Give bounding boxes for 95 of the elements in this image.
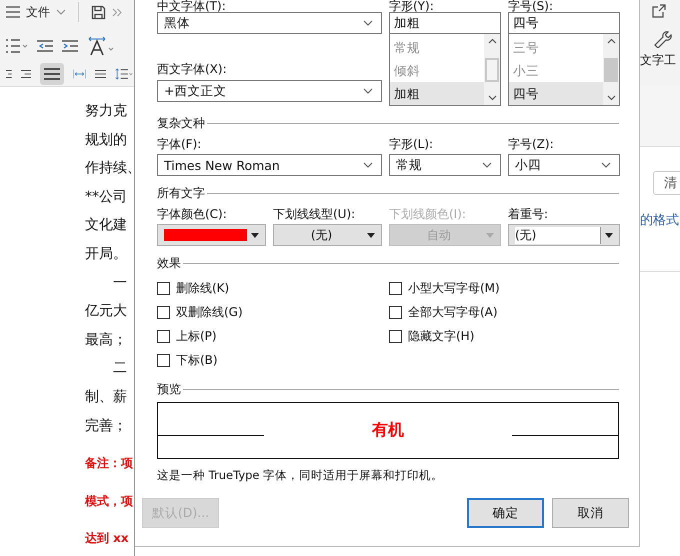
field-label: 下划线线型(U): — [273, 208, 356, 220]
indent-icon[interactable] — [62, 40, 78, 52]
document-text: 规划的 — [85, 130, 128, 150]
document-text: 开局。 — [85, 244, 128, 264]
chevron-icon — [601, 162, 611, 168]
font-size-icon[interactable] — [87, 36, 115, 56]
document-text: 完善； — [85, 416, 128, 436]
document-text: 最高； — [85, 330, 128, 350]
caret-icon[interactable] — [56, 9, 66, 15]
format-link[interactable]: 的格式 — [640, 211, 679, 229]
field-label: 字号(S): — [508, 0, 554, 12]
dropdown[interactable]: Times New Roman — [157, 154, 382, 176]
section-heading: 预览 — [157, 380, 181, 398]
dialog-button[interactable]: 确定 — [467, 498, 544, 528]
field-label: 字体颜色(C): — [157, 208, 228, 220]
document-text: 努力克 — [85, 102, 128, 121]
save-icon[interactable] — [91, 4, 106, 20]
list-box[interactable]: 三号 小三 四号 — [508, 34, 620, 106]
chevron-icon — [363, 162, 373, 168]
checkbox[interactable]: 小型大写字母(M) — [389, 276, 589, 300]
wrench-icon[interactable] — [652, 28, 672, 48]
triangle-icon — [486, 232, 494, 238]
document-text: 达到 xx — [85, 530, 130, 548]
document-text: 文化建 — [85, 216, 128, 236]
line-spacing-icon[interactable] — [115, 66, 134, 82]
chevron-icon — [482, 162, 492, 168]
preview-text: 有机 — [372, 420, 404, 441]
checkbox[interactable]: 双删除线(G) — [157, 300, 389, 324]
chevron-icon — [363, 88, 373, 94]
align-right-icon[interactable] — [20, 68, 31, 80]
align-right-icon[interactable] — [6, 68, 12, 80]
checkbox[interactable]: 隐藏文字(H) — [389, 324, 589, 348]
document-text: 作持续、 — [85, 159, 134, 178]
field-label: 中文字体(T): — [157, 0, 227, 12]
dropdown[interactable]: (无) — [508, 224, 620, 246]
input-field[interactable]: 四号 — [508, 12, 620, 34]
section-heading: 效果 — [157, 254, 181, 272]
section-heading: 所有文字 — [157, 184, 205, 202]
field-label: 字号(Z): — [508, 138, 555, 150]
list-item[interactable]: 三号 — [509, 36, 603, 59]
more-icon[interactable] — [112, 8, 122, 16]
document-text: 模式，项 — [85, 492, 134, 510]
distribute-icon[interactable] — [72, 68, 86, 80]
list-box[interactable]: 常规 倾斜 加粗 — [389, 34, 501, 106]
dropdown[interactable]: 小四 — [508, 154, 620, 176]
file-menu[interactable]: 文件 — [26, 4, 50, 20]
dropdown[interactable]: 黑体 — [157, 12, 382, 34]
input-field[interactable]: 加粗 — [389, 12, 501, 34]
paragraph-icon[interactable] — [94, 68, 106, 80]
triangle-icon — [605, 232, 613, 238]
outdent-icon[interactable] — [37, 40, 53, 52]
dropdown[interactable]: (无) — [273, 224, 382, 246]
field-label: 着重号: — [508, 208, 550, 220]
menu-icon[interactable] — [6, 6, 20, 18]
dialog-button[interactable]: 取消 — [552, 498, 629, 528]
list-item[interactable]: 四号 — [509, 82, 603, 105]
document-text: **公司 — [85, 188, 128, 207]
field-label: 西文字体(X): — [157, 62, 228, 76]
document-text: 亿元大 — [85, 302, 128, 322]
scrollbar[interactable] — [603, 34, 619, 105]
field-label: 字形(Y): — [389, 0, 435, 12]
color-dropdown[interactable] — [157, 224, 266, 246]
triangle-icon — [251, 232, 259, 238]
document-text: 一 — [112, 274, 128, 293]
checkbox[interactable]: 上标(P) — [157, 324, 389, 348]
field-label: 下划线颜色(I): — [389, 208, 467, 220]
list-item[interactable]: 加粗 — [390, 82, 484, 105]
toolbar-label[interactable]: 文字工 — [640, 52, 676, 69]
field-label: 字形(L): — [389, 138, 434, 150]
checkbox[interactable]: 全部大写字母(A) — [389, 300, 589, 324]
scrollbar[interactable] — [484, 34, 500, 105]
dropdown[interactable]: 常规 — [389, 154, 501, 176]
checkbox[interactable]: 删除线(K) — [157, 276, 389, 300]
document-text: 备注：项 — [85, 455, 134, 472]
triangle-icon — [367, 232, 375, 238]
list-icon[interactable] — [6, 39, 28, 53]
chevron-icon — [363, 20, 373, 26]
scroll-down-icon[interactable] — [606, 95, 616, 101]
field-label: 字体(F): — [157, 138, 202, 150]
scroll-down-icon[interactable] — [488, 95, 496, 101]
justify-button[interactable] — [40, 63, 64, 85]
dropdown[interactable]: +西文正文 — [157, 80, 382, 102]
font-description: 这是一种 TrueType 字体，同时适用于屏幕和打印机。 — [157, 468, 444, 483]
scroll-up-icon[interactable] — [488, 38, 496, 44]
justify-icon — [44, 68, 60, 80]
scroll-up-icon[interactable] — [606, 38, 616, 44]
list-item[interactable]: 倾斜 — [390, 59, 484, 82]
list-item[interactable]: 常规 — [390, 36, 484, 59]
clear-button[interactable]: 清 — [653, 171, 680, 195]
list-item[interactable]: 小三 — [509, 59, 603, 82]
checkbox[interactable]: 下标(B) — [157, 348, 389, 372]
share-icon[interactable] — [652, 4, 666, 18]
document-text: 制、薪 — [85, 388, 128, 407]
document-text: 二 — [112, 359, 128, 378]
section-heading: 复杂文种 — [157, 114, 205, 132]
